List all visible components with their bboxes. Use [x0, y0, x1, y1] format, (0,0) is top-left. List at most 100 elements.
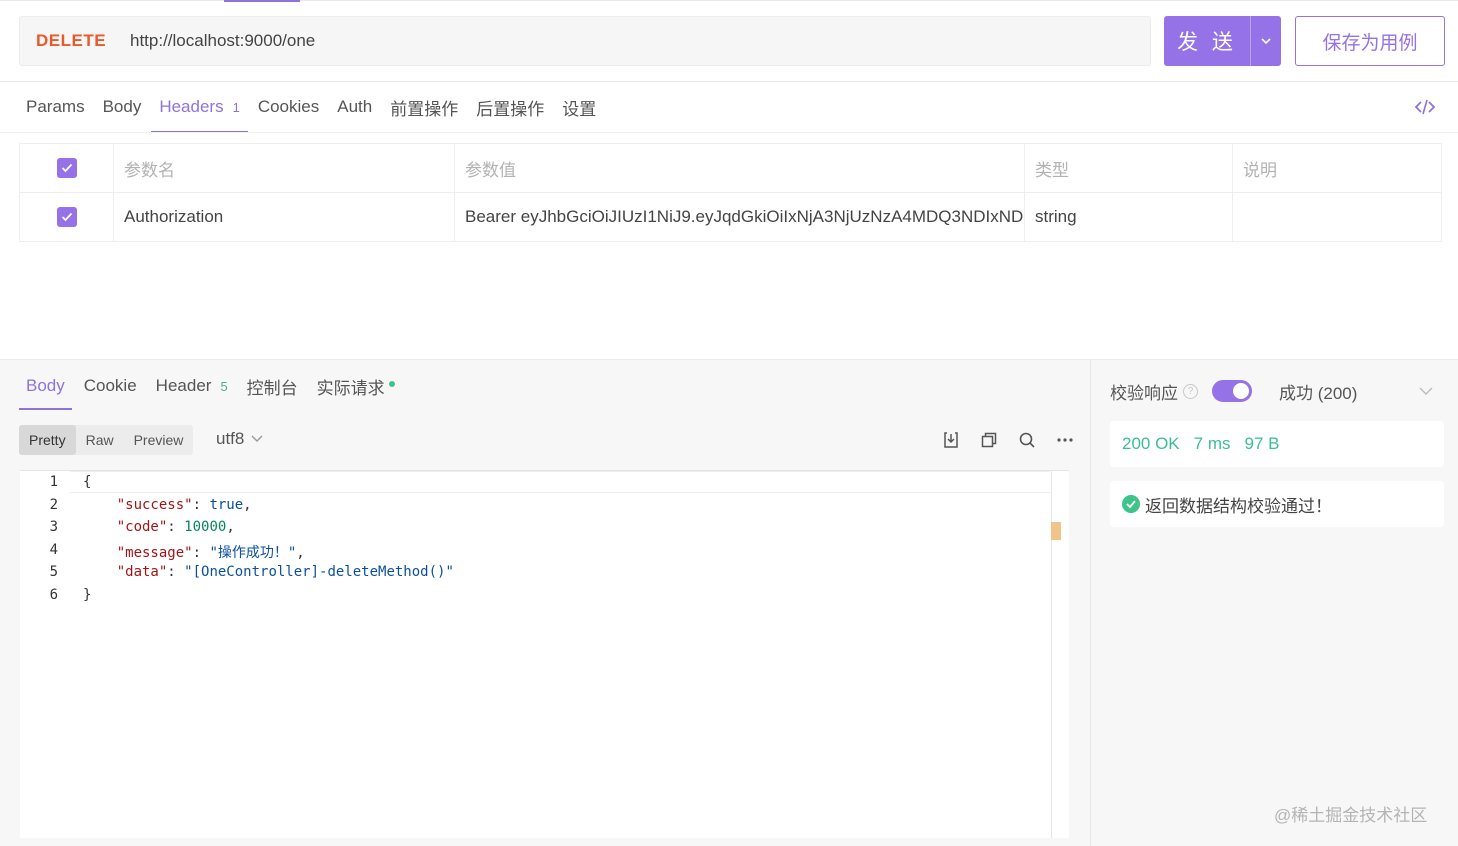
validation-result-card: 返回数据结构校验通过！ — [1110, 481, 1444, 527]
tab-pre-operations[interactable]: 前置操作 — [382, 82, 466, 132]
line-number-gutter: 1 2 3 4 5 6 — [20, 471, 70, 838]
status-dot — [388, 381, 395, 387]
watermark: @稀土掘金技术社区 — [1274, 806, 1428, 825]
send-options-dropdown[interactable] — [1251, 37, 1281, 45]
toggle-knob — [1233, 383, 1249, 399]
response-toolbar — [932, 429, 1084, 451]
response-status-card: 200 OK 7 ms 97 B — [1110, 421, 1444, 467]
tab-cookies[interactable]: Cookies — [250, 82, 327, 132]
header-description-input[interactable] — [1233, 193, 1441, 241]
send-button-label[interactable]: 发 送 — [1164, 26, 1250, 56]
column-header-name: 参数名 — [114, 144, 455, 192]
line-number: 1 — [49, 474, 58, 490]
table-row: Authorization Bearer eyJhbGciOiJIUzI1NiJ… — [20, 193, 1441, 241]
search-icon — [1019, 432, 1035, 448]
header-type-select[interactable]: string — [1025, 193, 1233, 241]
code-line: "success": true, — [116, 497, 252, 513]
more-icon — [1057, 438, 1073, 442]
validation-result-text: 返回数据结构校验通过！ — [1145, 496, 1332, 516]
save-as-case-button[interactable]: 保存为用例 — [1295, 16, 1445, 66]
tab-actual-request[interactable]: 实际请求 — [310, 362, 402, 410]
url-bar[interactable]: DELETE http://localhost:9000/one — [19, 16, 1151, 66]
chevron-down-icon — [1419, 387, 1433, 395]
column-header-type: 类型 — [1025, 144, 1233, 192]
code-line: "message": "操作成功！", — [116, 545, 305, 561]
download-button[interactable] — [932, 429, 970, 451]
check-icon — [61, 163, 72, 173]
view-mode-switch: Pretty Raw Preview — [19, 425, 194, 455]
code-icon[interactable] — [1413, 96, 1437, 118]
tab-body[interactable]: Body — [95, 82, 150, 132]
headers-table: 参数名 参数值 类型 说明 Authorization Bearer eyJhb… — [19, 143, 1442, 242]
headers-count-badge: 1 — [232, 99, 240, 115]
tab-label: Cookie — [83, 376, 137, 395]
header-count-badge: 5 — [220, 378, 228, 394]
validate-toggle[interactable] — [1212, 380, 1252, 402]
tab-response-body[interactable]: Body — [19, 362, 72, 410]
current-line-highlight — [70, 471, 1050, 493]
header-name-input[interactable]: Authorization — [114, 193, 455, 241]
response-time: 7 ms — [1193, 434, 1231, 453]
check-circle-icon — [1122, 495, 1140, 513]
tab-params[interactable]: Params — [18, 82, 93, 132]
divider — [0, 132, 1458, 133]
response-size: 97 B — [1244, 434, 1280, 453]
select-all-checkbox[interactable] — [56, 158, 77, 178]
http-method-select[interactable]: DELETE — [20, 31, 130, 51]
active-tab-indicator — [224, 0, 300, 2]
view-mode-raw[interactable]: Raw — [76, 425, 124, 455]
copy-icon — [981, 432, 997, 448]
chevron-down-icon — [1261, 38, 1271, 45]
tab-settings[interactable]: 设置 — [554, 82, 604, 132]
tab-auth[interactable]: Auth — [329, 82, 380, 132]
header-value-input[interactable]: Bearer eyJhbGciOiJIUzI1NiJ9.eyJqdGkiOiIx… — [455, 193, 1025, 241]
code-line: "data": "[OneController]-deleteMethod()" — [116, 564, 454, 580]
response-case-value: 成功 (200) — [1279, 383, 1358, 403]
code-line: { — [83, 474, 92, 490]
more-button[interactable] — [1046, 429, 1084, 451]
encoding-value: utf8 — [216, 429, 245, 448]
tab-response-header[interactable]: Header 5 — [149, 362, 235, 410]
tab-label: 前置操作 — [390, 99, 459, 119]
copy-button[interactable] — [970, 429, 1008, 451]
download-icon — [944, 432, 958, 448]
column-header-value: 参数值 — [455, 144, 1025, 192]
line-number: 2 — [49, 497, 58, 513]
column-header-description: 说明 — [1243, 160, 1277, 180]
line-number: 5 — [49, 564, 58, 580]
validate-response: 校验响应 ? — [1110, 378, 1252, 404]
line-number: 6 — [49, 587, 58, 603]
panel-divider[interactable] — [1090, 360, 1091, 846]
encoding-select[interactable]: utf8 — [216, 429, 268, 449]
response-tabs: Body Cookie Header 5 控制台 实际请求 — [19, 362, 407, 410]
tab-label: 控制台 — [246, 378, 298, 398]
response-case-select[interactable]: 成功 (200) — [1279, 378, 1434, 404]
tab-label: Auth — [337, 97, 373, 116]
line-number: 4 — [49, 542, 58, 558]
help-icon[interactable]: ? — [1183, 383, 1198, 399]
row-checkbox[interactable] — [56, 207, 77, 227]
check-icon — [61, 212, 72, 222]
tab-console[interactable]: 控制台 — [240, 362, 305, 410]
tab-headers[interactable]: Headers 1 — [151, 82, 248, 133]
tab-label: Cookies — [257, 97, 320, 116]
top-border — [0, 0, 1458, 1]
response-body-editor[interactable]: 1 2 3 4 5 6 { "success": true, "code": 1… — [20, 470, 1069, 838]
chevron-down-icon — [251, 435, 263, 442]
view-mode-preview[interactable]: Preview — [124, 425, 194, 455]
row-check-cell[interactable] — [20, 193, 114, 241]
send-button[interactable]: 发 送 — [1164, 16, 1281, 66]
scrollbar-marker — [1051, 522, 1061, 540]
table-header-row: 参数名 参数值 类型 说明 — [20, 144, 1441, 193]
tab-label: Params — [26, 97, 85, 116]
view-mode-pretty[interactable]: Pretty — [19, 425, 76, 455]
select-all-cell[interactable] — [20, 144, 114, 192]
code-line: "code": 10000, — [116, 519, 235, 535]
url-input[interactable]: http://localhost:9000/one — [130, 31, 315, 51]
status-code: 200 OK — [1122, 434, 1180, 453]
tab-response-cookie[interactable]: Cookie — [77, 362, 144, 410]
validate-label: 校验响应 — [1110, 383, 1178, 403]
search-button[interactable] — [1008, 429, 1046, 451]
tab-label: 实际请求 — [316, 378, 385, 398]
tab-post-operations[interactable]: 后置操作 — [468, 82, 552, 132]
